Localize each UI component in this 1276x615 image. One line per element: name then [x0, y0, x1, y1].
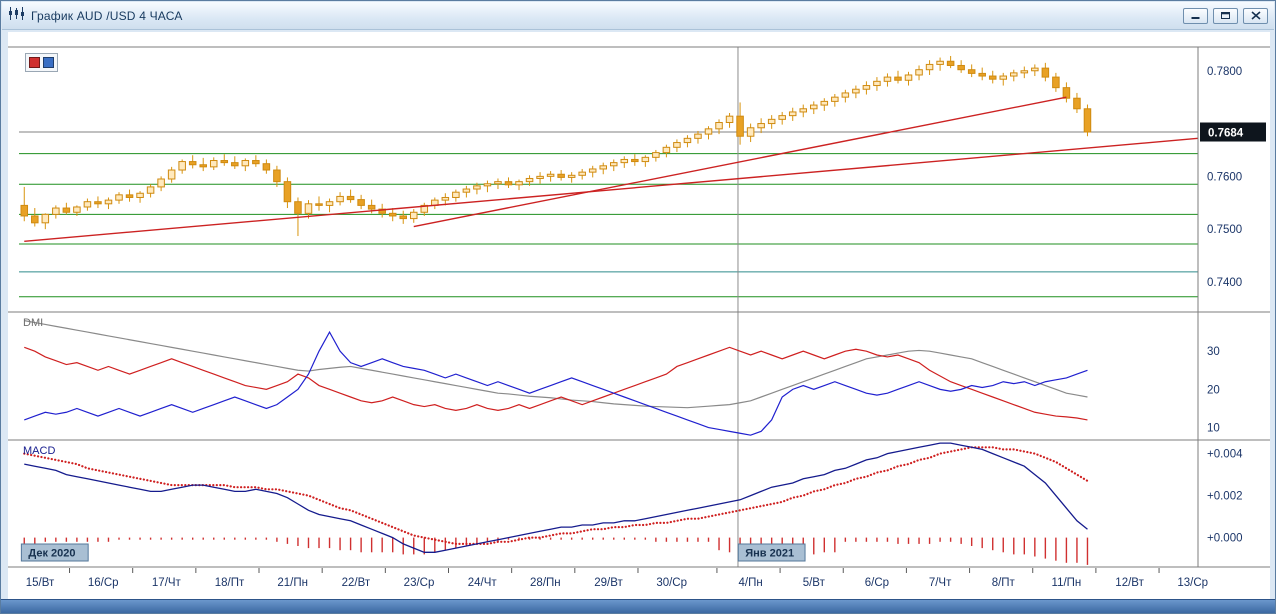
- svg-text:Янв 2021: Янв 2021: [745, 548, 794, 560]
- restore-button[interactable]: [1213, 8, 1238, 24]
- svg-text:22/Вт: 22/Вт: [342, 577, 371, 589]
- svg-text:21/Пн: 21/Пн: [277, 577, 308, 589]
- chart-background: [8, 32, 1270, 601]
- svg-text:16/Ср: 16/Ср: [88, 577, 119, 589]
- restore-icon: [1220, 11, 1231, 20]
- svg-text:8/Пт: 8/Пт: [992, 577, 1016, 589]
- svg-text:18/Пт: 18/Пт: [215, 577, 245, 589]
- svg-text:12/Вт: 12/Вт: [1115, 577, 1144, 589]
- close-button[interactable]: [1243, 8, 1268, 24]
- minimize-icon: [1190, 11, 1201, 20]
- svg-text:17/Чт: 17/Чт: [152, 577, 182, 589]
- dmi-panel-label: DMI: [23, 317, 43, 329]
- window-title: График AUD /USD 4 ЧАСА: [31, 9, 183, 23]
- svg-text:0.7500: 0.7500: [1207, 224, 1242, 236]
- svg-text:+0.002: +0.002: [1207, 491, 1243, 503]
- svg-text:0.7600: 0.7600: [1207, 171, 1242, 183]
- blue-series-button[interactable]: [43, 57, 54, 68]
- svg-text:24/Чт: 24/Чт: [468, 577, 498, 589]
- chart-window: График AUD /USD 4 ЧАСА DMI MACD Дек 2020 Ян…: [0, 0, 1276, 614]
- current-price-badge: 0.7684: [1200, 123, 1266, 142]
- svg-text:0.7684: 0.7684: [1208, 128, 1244, 140]
- macd-panel-label: MACD: [23, 445, 55, 457]
- svg-text:29/Вт: 29/Вт: [594, 577, 623, 589]
- svg-text:28/Пн: 28/Пн: [530, 577, 561, 589]
- svg-text:4/Пн: 4/Пн: [739, 577, 763, 589]
- svg-text:0.7800: 0.7800: [1207, 66, 1242, 78]
- svg-text:+0.000: +0.000: [1207, 533, 1243, 545]
- svg-text:6/Ср: 6/Ср: [865, 577, 889, 589]
- svg-text:15/Вт: 15/Вт: [26, 577, 55, 589]
- svg-text:0.7400: 0.7400: [1207, 277, 1242, 289]
- price-chart-canvas[interactable]: DMI MACD Дек 2020 Янв 2021 0.7800 0.7600 0.750…: [1, 1, 1276, 615]
- candlestick-chart-icon: [8, 6, 25, 26]
- svg-text:5/Вт: 5/Вт: [803, 577, 826, 589]
- svg-text:30: 30: [1207, 346, 1220, 358]
- svg-text:Дек 2020: Дек 2020: [28, 548, 75, 560]
- svg-text:23/Ср: 23/Ср: [404, 577, 435, 589]
- svg-text:20: 20: [1207, 384, 1220, 396]
- window-controls: [1178, 8, 1268, 24]
- period-badge: Дек 2020: [21, 544, 88, 561]
- svg-text:+0.004: +0.004: [1207, 449, 1243, 461]
- window-bottom-edge: [1, 599, 1275, 613]
- svg-text:13/Ср: 13/Ср: [1177, 577, 1208, 589]
- svg-text:11/Пн: 11/Пн: [1052, 577, 1082, 589]
- red-series-button[interactable]: [29, 57, 40, 68]
- titlebar[interactable]: График AUD /USD 4 ЧАСА: [2, 2, 1274, 30]
- minimize-button[interactable]: [1183, 8, 1208, 24]
- series-buttons[interactable]: [25, 53, 58, 72]
- period-badge: Янв 2021: [738, 544, 805, 561]
- svg-text:10: 10: [1207, 423, 1220, 435]
- svg-text:30/Ср: 30/Ср: [656, 577, 687, 589]
- svg-text:7/Чт: 7/Чт: [929, 577, 952, 589]
- close-icon: [1251, 11, 1261, 20]
